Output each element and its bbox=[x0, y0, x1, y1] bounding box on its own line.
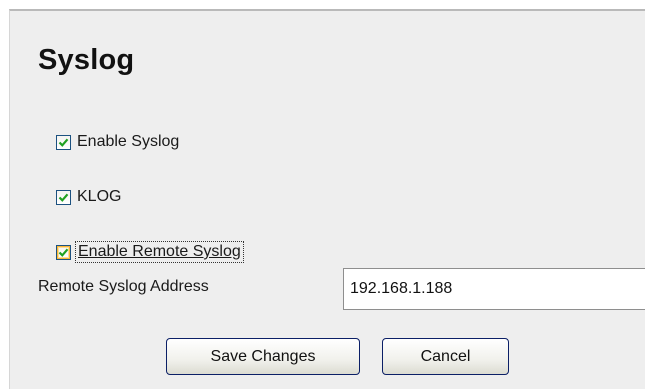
klog-label: KLOG bbox=[77, 188, 122, 205]
klog-option[interactable]: KLOG bbox=[56, 185, 121, 209]
enable-syslog-checkbox[interactable] bbox=[56, 134, 71, 150]
enable-syslog-label: Enable Syslog bbox=[77, 133, 180, 150]
enable-remote-syslog-option[interactable]: Enable Remote Syslog bbox=[56, 240, 244, 264]
page-title: Syslog bbox=[38, 44, 135, 76]
enable-remote-syslog-label: Enable Remote Syslog bbox=[75, 241, 244, 263]
remote-syslog-address-label: Remote Syslog Address bbox=[38, 278, 209, 295]
checkmark-icon bbox=[58, 248, 69, 257]
remote-syslog-address-input[interactable] bbox=[343, 268, 645, 310]
checkmark-icon bbox=[58, 193, 69, 202]
enable-syslog-option[interactable]: Enable Syslog bbox=[56, 130, 179, 154]
syslog-panel: Syslog Enable Syslog KLOG Enable Remote … bbox=[9, 9, 645, 389]
klog-checkbox[interactable] bbox=[56, 189, 71, 205]
enable-remote-syslog-checkbox[interactable] bbox=[56, 244, 71, 260]
checkmark-icon bbox=[58, 138, 69, 147]
cancel-button[interactable]: Cancel bbox=[382, 338, 509, 375]
save-changes-button[interactable]: Save Changes bbox=[166, 338, 360, 375]
